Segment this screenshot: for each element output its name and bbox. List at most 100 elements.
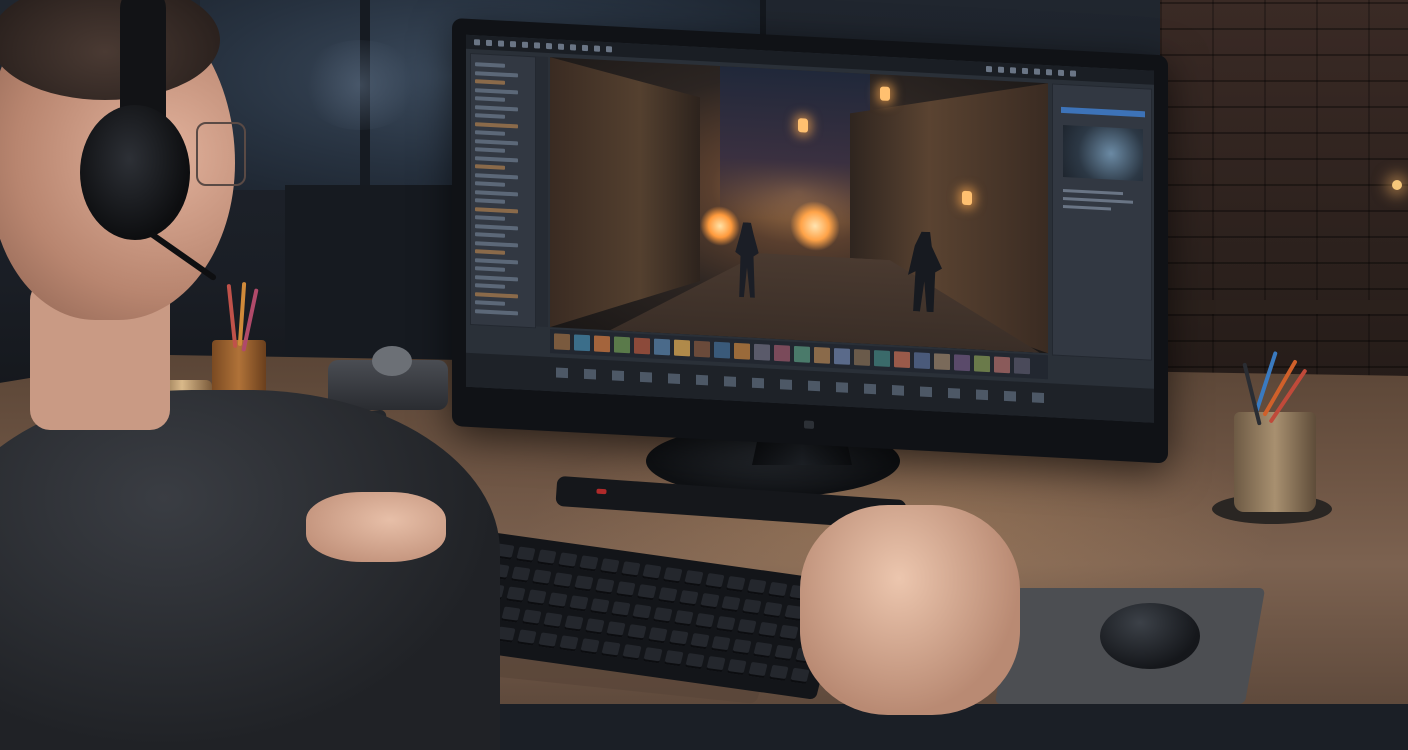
asset-thumbnail[interactable] <box>794 345 810 363</box>
outliner-row[interactable] <box>475 232 505 238</box>
status-icon[interactable] <box>1032 392 1044 404</box>
keyboard-key[interactable] <box>643 647 663 664</box>
asset-thumbnail[interactable] <box>914 352 930 370</box>
outliner-row[interactable] <box>475 164 505 170</box>
asset-thumbnail[interactable] <box>934 353 950 371</box>
asset-thumbnail[interactable] <box>994 356 1010 374</box>
keyboard-key[interactable] <box>532 569 552 586</box>
keyboard-key[interactable] <box>516 546 536 563</box>
menu-item-icon[interactable] <box>534 42 540 49</box>
keyboard-key[interactable] <box>747 578 767 596</box>
outliner-row[interactable] <box>475 138 518 145</box>
menu-item-icon[interactable] <box>606 46 612 53</box>
toolbar-icon[interactable] <box>998 66 1004 73</box>
toolbar-icon[interactable] <box>986 65 992 73</box>
keyboard-key[interactable] <box>590 598 610 615</box>
keyboard-key[interactable] <box>548 592 568 609</box>
keyboard-key[interactable] <box>774 644 794 662</box>
status-icon[interactable] <box>920 386 932 398</box>
monitor-screen[interactable] <box>466 34 1154 423</box>
keyboard-key[interactable] <box>658 587 678 604</box>
keyboard-key[interactable] <box>684 570 704 587</box>
keyboard-key[interactable] <box>721 595 741 613</box>
outliner-row[interactable] <box>475 62 505 68</box>
outliner-row[interactable] <box>475 240 518 247</box>
keyboard-key[interactable] <box>695 613 715 630</box>
outliner-row[interactable] <box>475 189 518 196</box>
outliner-row[interactable] <box>475 70 518 77</box>
keyboard-key[interactable] <box>543 612 563 629</box>
asset-thumbnail[interactable] <box>974 355 990 373</box>
status-icon[interactable] <box>892 385 904 396</box>
asset-thumbnail[interactable] <box>574 334 590 352</box>
keyboard-key[interactable] <box>564 615 584 632</box>
keyboard-key[interactable] <box>706 655 726 673</box>
asset-thumbnail[interactable] <box>714 341 730 359</box>
outliner-row[interactable] <box>475 87 518 94</box>
keyboard-key[interactable] <box>501 606 521 623</box>
outliner-row[interactable] <box>475 121 518 128</box>
keyboard-key[interactable] <box>685 653 705 670</box>
status-icon[interactable] <box>780 379 792 390</box>
menu-item-icon[interactable] <box>546 42 552 50</box>
keyboard-key[interactable] <box>574 575 594 592</box>
menu-item-icon[interactable] <box>486 39 492 47</box>
keyboard-key[interactable] <box>763 601 783 619</box>
menu-item-icon[interactable] <box>510 41 516 48</box>
keyboard-key[interactable] <box>642 564 662 581</box>
outliner-row[interactable] <box>475 308 518 315</box>
keyboard-key[interactable] <box>737 618 757 636</box>
keyboard-key[interactable] <box>506 586 526 603</box>
outliner-row[interactable] <box>475 274 518 281</box>
menu-item-icon[interactable] <box>498 40 504 47</box>
keyboard-key[interactable] <box>553 572 573 589</box>
keyboard-key[interactable] <box>727 658 747 676</box>
status-icon[interactable] <box>612 370 624 382</box>
keyboard-key[interactable] <box>580 638 600 655</box>
asset-thumbnail[interactable] <box>814 346 830 364</box>
outliner-row[interactable] <box>475 172 518 179</box>
keyboard-key[interactable] <box>732 638 752 656</box>
outliner-row[interactable] <box>475 130 505 136</box>
keyboard-key[interactable] <box>716 615 736 633</box>
keyboard-key[interactable] <box>559 635 579 652</box>
keyboard-key[interactable] <box>627 624 647 641</box>
outliner-row[interactable] <box>475 215 505 221</box>
keyboard-key[interactable] <box>632 604 652 621</box>
status-icon[interactable] <box>640 371 652 383</box>
status-icon[interactable] <box>808 380 820 392</box>
toolbar-icon[interactable] <box>1058 69 1064 77</box>
outliner-row[interactable] <box>475 147 505 153</box>
details-selected-item[interactable] <box>1061 106 1145 118</box>
keyboard-key[interactable] <box>569 595 589 612</box>
toolbar-icon[interactable] <box>1022 67 1028 75</box>
keyboard-key[interactable] <box>511 566 531 583</box>
outliner-row[interactable] <box>475 223 518 230</box>
keyboard-key[interactable] <box>606 621 626 638</box>
keyboard-key[interactable] <box>664 650 684 667</box>
outliner-row[interactable] <box>475 300 505 306</box>
asset-thumbnail[interactable] <box>854 349 870 366</box>
outliner-row[interactable] <box>475 291 518 298</box>
keyboard-key[interactable] <box>726 575 746 593</box>
status-icon[interactable] <box>584 368 596 380</box>
toolbar-icon[interactable] <box>1010 67 1016 74</box>
status-icon[interactable] <box>724 376 736 387</box>
keyboard-key[interactable] <box>758 621 778 639</box>
asset-thumbnail[interactable] <box>834 348 850 365</box>
status-icon[interactable] <box>1004 390 1016 402</box>
toolbar-icon[interactable] <box>1070 70 1076 77</box>
outliner-row[interactable] <box>475 79 505 85</box>
game-viewport[interactable] <box>550 57 1048 354</box>
keyboard-key[interactable] <box>700 593 720 610</box>
toolbar-icon[interactable] <box>1034 68 1040 75</box>
keyboard-key[interactable] <box>585 618 605 635</box>
keyboard-key[interactable] <box>611 601 631 618</box>
keyboard-key[interactable] <box>705 573 725 590</box>
keyboard-key[interactable] <box>517 629 537 646</box>
keyboard-key[interactable] <box>769 664 789 682</box>
outliner-row[interactable] <box>475 266 505 272</box>
keyboard-key[interactable] <box>663 567 683 584</box>
keyboard-key[interactable] <box>711 635 731 653</box>
keyboard-key[interactable] <box>779 624 799 642</box>
